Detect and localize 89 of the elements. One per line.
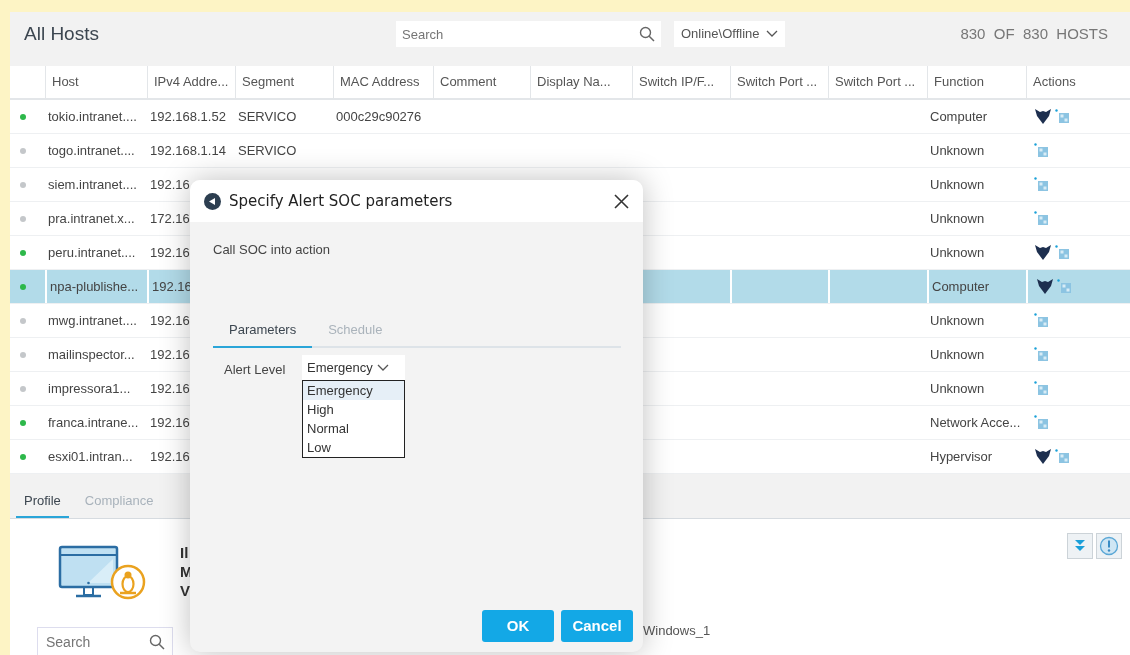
search-icon[interactable] (639, 26, 655, 42)
status-filter-dropdown[interactable]: Online\Offline (674, 21, 785, 47)
search-field[interactable]: Search (37, 627, 173, 655)
column-header[interactable]: Display Na... (530, 66, 632, 98)
profile-text: Il (180, 543, 190, 562)
table-cell-text: 172.16 (150, 209, 190, 228)
table-cell-text: Unknown (930, 345, 985, 364)
search-icon[interactable] (149, 634, 165, 650)
table-cell-text: pra.intranet.x... (48, 209, 135, 228)
dropdown-option[interactable]: Normal (303, 419, 404, 438)
table-cell-text: esxi01.intran... (48, 447, 133, 466)
table-cell-text: Hypervisor (930, 447, 993, 466)
table-cell-text: Unknown (930, 141, 985, 160)
grid-icon[interactable] (1034, 347, 1049, 362)
dropdown-option[interactable]: Low (303, 438, 404, 457)
table-cell-text: Network Acce... (930, 413, 1021, 432)
table-cell-text: 192.16 (150, 413, 190, 432)
dropdown-option[interactable]: High (303, 400, 404, 419)
chevron-down-icon (765, 30, 778, 38)
table-cell-text: SERVICO (238, 141, 297, 160)
table-cell-text: 192.16 (150, 447, 190, 466)
column-header[interactable]: Segment (235, 66, 333, 98)
table-cell-text: siem.intranet.... (48, 175, 137, 194)
profile-text: V (180, 581, 191, 600)
table-cell-text: 192.16 (150, 311, 190, 330)
table-cell-text: SERVICO (238, 107, 297, 126)
page-title: All Hosts (24, 21, 100, 46)
table-cell-text: Computer (930, 107, 988, 126)
table-cell-text: 192.168.1.14 (150, 141, 226, 160)
table-cell-text: peru.intranet.... (48, 243, 136, 262)
table-cell-text: togo.intranet.... (48, 141, 135, 160)
table-cell-text: mailinspector... (48, 345, 135, 364)
column-header[interactable]: Switch Port ... (730, 66, 828, 98)
expand-button[interactable] (1067, 533, 1093, 559)
table-cell-text: 192.16 (150, 243, 190, 262)
table-cell-text: Unknown (930, 243, 985, 262)
column-header[interactable]: IPv4 Addre... (147, 66, 235, 98)
column-header[interactable]: Host (45, 66, 147, 98)
double-chevron-down-icon (1074, 539, 1086, 553)
chevron-down-icon (376, 363, 389, 372)
table-cell-text: Computer (932, 277, 990, 296)
table-cell-text: 192.16 (152, 277, 192, 296)
table-cell-text: 192.16 (150, 379, 190, 398)
table-cell-text: Unknown (930, 209, 985, 228)
dialog-title: Specify Alert SOC parameters (229, 190, 453, 212)
info-button[interactable] (1096, 533, 1122, 559)
table-cell-text: tokio.intranet.... (48, 107, 137, 126)
column-header[interactable]: Switch IP/F... (632, 66, 730, 98)
dropdown-option[interactable]: Emergency (303, 381, 404, 400)
dialog-description: Call SOC into action (213, 241, 331, 259)
shield-icon[interactable] (1034, 108, 1052, 125)
tab[interactable]: Parameters (213, 316, 313, 348)
alert-level-dropdown[interactable]: Emergency (302, 355, 405, 380)
grid-icon[interactable] (1034, 381, 1049, 396)
shield-icon[interactable] (1034, 244, 1052, 261)
os-label: Windows_1 (643, 622, 711, 640)
table-cell-text: franca.intrane... (48, 413, 139, 432)
table-cell-text: 192.16 (150, 345, 190, 364)
table-cell-text: Unknown (930, 379, 985, 398)
column-header[interactable]: MAC Address (333, 66, 433, 98)
column-header[interactable]: Function (927, 66, 1026, 98)
column-header[interactable]: Switch Port ... (828, 66, 927, 98)
info-icon (1099, 536, 1119, 556)
column-header[interactable]: Comment (433, 66, 530, 98)
grid-icon[interactable] (1055, 109, 1070, 124)
grid-icon[interactable] (1034, 415, 1049, 430)
grid-icon[interactable] (1034, 177, 1049, 192)
table-cell-text: 192.168.1.52 (150, 107, 226, 126)
host-count: 830 OF 830 HOSTS (960, 23, 1109, 44)
table-cell-text: Unknown (930, 311, 985, 330)
table-cell-text: npa-plublishe... (50, 277, 139, 296)
table-cell-text: mwg.intranet.... (48, 311, 137, 330)
field-label: Alert Level (224, 361, 286, 379)
table-cell-text: Unknown (930, 175, 985, 194)
shield-icon[interactable] (1034, 448, 1052, 465)
grid-icon[interactable] (1057, 279, 1072, 294)
search-field[interactable]: Search (396, 21, 661, 47)
table-cell-text: 000c29c90276 (336, 107, 422, 126)
alert-icon (204, 192, 221, 210)
close-icon (614, 194, 629, 210)
grid-icon[interactable] (1055, 449, 1070, 464)
table-cell-text: 192.16 (150, 175, 190, 194)
grid-icon[interactable] (1034, 313, 1049, 328)
grid-icon[interactable] (1055, 245, 1070, 260)
table-cell-text: impressora1... (48, 379, 131, 398)
grid-icon[interactable] (1034, 211, 1049, 226)
grid-icon[interactable] (1034, 143, 1049, 158)
shield-icon[interactable] (1036, 278, 1054, 295)
column-header[interactable]: Actions (1026, 66, 1130, 98)
